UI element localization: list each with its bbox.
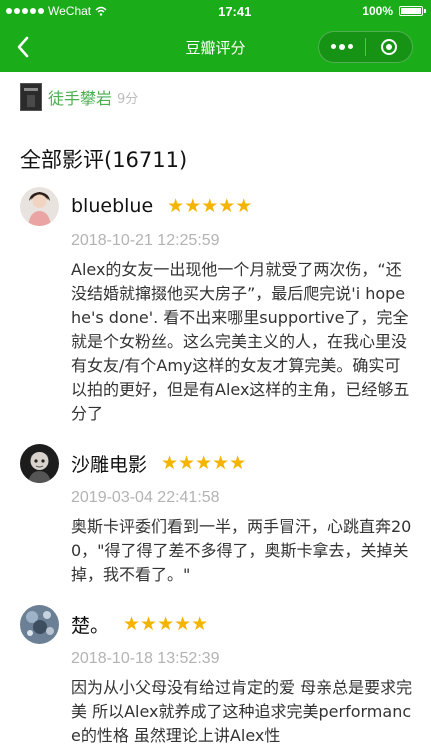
more-button[interactable] [319,32,365,62]
review-date: 2019-03-04 22:41:58 [71,489,220,506]
review-list: blueblue ★★★★★ 2018-10-21 12:25:59 Alex的… [0,186,431,748]
nav-bar: 豆瓣评分 [0,22,431,72]
status-left: WeChat [6,4,107,18]
review-body: 2018-10-21 12:25:59 Alex的女友一出现他一个月就受了两次伤… [20,228,431,426]
carrier-label: WeChat [48,4,92,18]
review-header: 沙雕电影 ★★★★★ [20,443,431,483]
movie-rating: 9分 [117,91,139,107]
avatar[interactable] [20,604,59,644]
review-content: 奥斯卡评委们看到一半，两手冒汗，心跳直奔200，"得了得了差不多得了，奥斯卡拿去… [71,517,412,584]
battery-icon [399,6,426,16]
movie-header[interactable]: 徒手攀岩 9分 [0,72,431,112]
review-content: 因为从小父母没有给过肯定的爱 母亲总是要求完美 所以Alex就养成了这种追求完美… [71,678,413,745]
capsule-menu [318,31,413,63]
movie-poster [20,83,42,111]
review-header: blueblue ★★★★★ [20,186,431,226]
review-date: 2018-10-18 13:52:39 [71,650,220,667]
nav-title: 豆瓣评分 [185,38,246,57]
review-item[interactable]: 楚。 ★★★★★ 2018-10-18 13:52:39 因为从小父母没有给过肯… [0,604,431,748]
phone-screen: WeChat 17:41 100% 豆瓣评分 徒手攀岩 9分 全部影评(1671… [0,0,431,751]
star-rating: ★★★★★ [123,612,209,635]
wifi-icon [95,6,107,16]
avatar[interactable] [20,443,59,483]
target-circle-icon [381,39,397,55]
star-rating: ★★★★★ [161,451,247,474]
back-button[interactable] [10,33,36,61]
star-icon: ★★★★★ [161,451,247,474]
avatar[interactable] [20,186,59,226]
review-header: 楚。 ★★★★★ [20,604,431,644]
star-rating: ★★★★★ [167,194,253,217]
status-time: 17:41 [218,3,252,19]
review-body: 2018-10-18 13:52:39 因为从小父母没有给过肯定的爱 母亲总是要… [20,646,431,748]
review-content: Alex的女友一出现他一个月就受了两次伤，“还没结婚就撺掇他买大房子”，最后爬完… [71,260,410,423]
movie-title[interactable]: 徒手攀岩 [48,85,112,109]
star-icon: ★★★★★ [167,194,253,217]
review-username[interactable]: 楚。 [71,611,109,638]
review-date: 2018-10-21 12:25:59 [71,232,220,249]
review-body: 2019-03-04 22:41:58 奥斯卡评委们看到一半，两手冒汗，心跳直奔… [20,485,431,587]
status-right: 100% [362,4,426,18]
signal-icon [6,8,44,14]
chevron-left-icon [17,36,29,58]
close-miniprogram-button[interactable] [366,32,412,62]
review-item[interactable]: 沙雕电影 ★★★★★ 2019-03-04 22:41:58 奥斯卡评委们看到一… [0,443,431,587]
more-dots-icon [331,44,353,50]
review-username[interactable]: 沙雕电影 [71,450,147,477]
star-icon: ★★★★★ [123,612,209,635]
section-title: 全部影评(16711) [20,148,188,172]
review-item[interactable]: blueblue ★★★★★ 2018-10-21 12:25:59 Alex的… [0,186,431,426]
battery-percent: 100% [362,4,393,18]
review-username[interactable]: blueblue [71,195,153,217]
status-bar: WeChat 17:41 100% [0,0,431,22]
